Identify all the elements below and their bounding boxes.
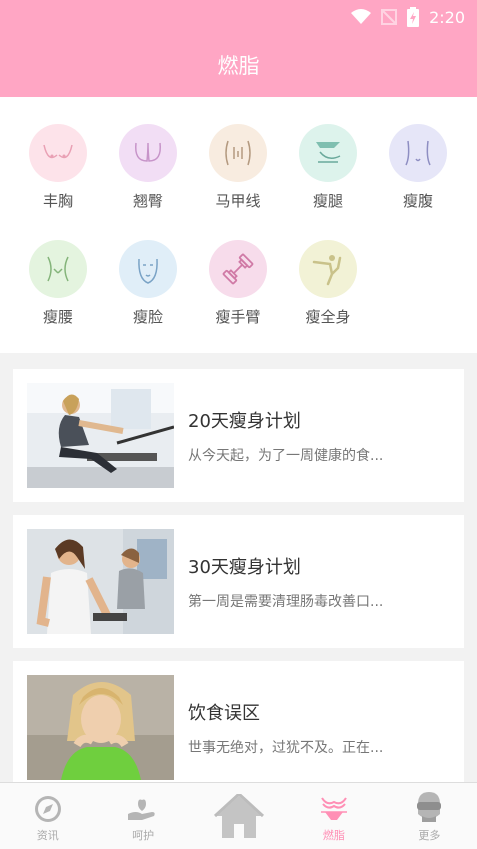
- tab-more[interactable]: 更多: [382, 783, 477, 849]
- bottom-tab-bar: 资讯 呵护 燃脂 更多: [0, 782, 477, 849]
- belly-icon: [405, 140, 431, 166]
- category-circle: [299, 124, 357, 182]
- category-circle: [29, 240, 87, 298]
- bikini-icon: [320, 797, 347, 820]
- page-title: 燃脂: [217, 54, 260, 78]
- article-card[interactable]: 饮食误区 世事无绝对，过犹不及。正在...: [13, 661, 464, 794]
- category-label: 瘦脸: [132, 308, 163, 326]
- tab-news[interactable]: 资讯: [0, 783, 95, 849]
- category-item-leg[interactable]: 瘦腿: [283, 124, 373, 211]
- chest-icon: [43, 144, 73, 159]
- article-description: 世事无绝对，过犹不及。正在...: [188, 740, 384, 756]
- category-label: 瘦全身: [305, 308, 351, 326]
- category-label: 瘦手臂: [215, 308, 261, 326]
- glasses-avatar-icon: [417, 792, 442, 822]
- category-circle: [119, 124, 177, 182]
- category-item-waist[interactable]: 瘦腰: [13, 240, 103, 327]
- category-item-face[interactable]: 瘦脸: [103, 240, 193, 327]
- tab-fat-burn[interactable]: 燃脂: [286, 783, 381, 849]
- category-label: 马甲线: [215, 192, 261, 210]
- category-item-buttocks[interactable]: 翘臀: [103, 124, 193, 211]
- wifi-icon: [351, 9, 372, 24]
- status-bar: 2:20: [351, 6, 465, 28]
- tab-label: 燃脂: [322, 829, 345, 842]
- article-title: 饮食误区: [188, 703, 260, 724]
- article-title: 20天瘦身计划: [188, 411, 301, 432]
- care-hand-icon: [128, 799, 155, 820]
- face-icon: [138, 258, 158, 284]
- category-item-arm[interactable]: 瘦手臂: [193, 240, 283, 327]
- tab-label: 更多: [418, 829, 441, 842]
- category-label: 瘦腹: [402, 192, 433, 210]
- category-label: 瘦腰: [42, 308, 73, 326]
- no-signal-icon: [381, 9, 398, 25]
- abs-icon: [225, 140, 251, 166]
- tab-label: 资讯: [36, 829, 59, 842]
- category-circle: [29, 124, 87, 182]
- article-thumbnail: [27, 383, 174, 488]
- category-item-abs[interactable]: 马甲线: [193, 124, 283, 211]
- article-card[interactable]: 20天瘦身计划 从今天起，为了一周健康的食...: [13, 369, 464, 502]
- dumbbell-icon: [222, 253, 254, 285]
- category-item-belly[interactable]: 瘦腹: [373, 124, 463, 211]
- category-item-fullbody[interactable]: 瘦全身: [283, 240, 373, 327]
- article-title: 30天瘦身计划: [188, 557, 301, 578]
- article-card[interactable]: 30天瘦身计划 第一周是需要清理肠毒改善口...: [13, 515, 464, 648]
- article-thumbnail: [27, 529, 174, 634]
- status-time: 2:20: [429, 7, 465, 27]
- yoga-pose-icon: [312, 255, 342, 286]
- buttocks-icon: [134, 142, 162, 162]
- waist-icon: [47, 256, 69, 282]
- tab-label: 呵护: [132, 829, 155, 842]
- category-circle: [119, 240, 177, 298]
- category-circle: [209, 124, 267, 182]
- category-grid: 丰胸 翘臀 马甲线 瘦腿 瘦腹 瘦腰 瘦脸 瘦手臂 瘦全身: [0, 97, 477, 353]
- category-item-chest[interactable]: 丰胸: [13, 124, 103, 211]
- tab-home[interactable]: [191, 783, 286, 849]
- leg-icon: [316, 142, 341, 163]
- category-label: 丰胸: [42, 192, 73, 210]
- category-circle: [389, 124, 447, 182]
- category-circle: [299, 240, 357, 298]
- app-header: 2:20 燃脂: [0, 0, 477, 97]
- home-icon: [213, 794, 264, 838]
- article-thumbnail: [27, 675, 174, 780]
- tab-care[interactable]: 呵护: [95, 783, 190, 849]
- compass-icon: [34, 796, 61, 822]
- category-label: 翘臀: [132, 192, 163, 210]
- category-circle: [209, 240, 267, 298]
- battery-charging-icon: [407, 7, 420, 27]
- article-description: 从今天起，为了一周健康的食...: [188, 448, 384, 464]
- category-label: 瘦腿: [312, 192, 343, 210]
- article-description: 第一周是需要清理肠毒改善口...: [188, 594, 384, 610]
